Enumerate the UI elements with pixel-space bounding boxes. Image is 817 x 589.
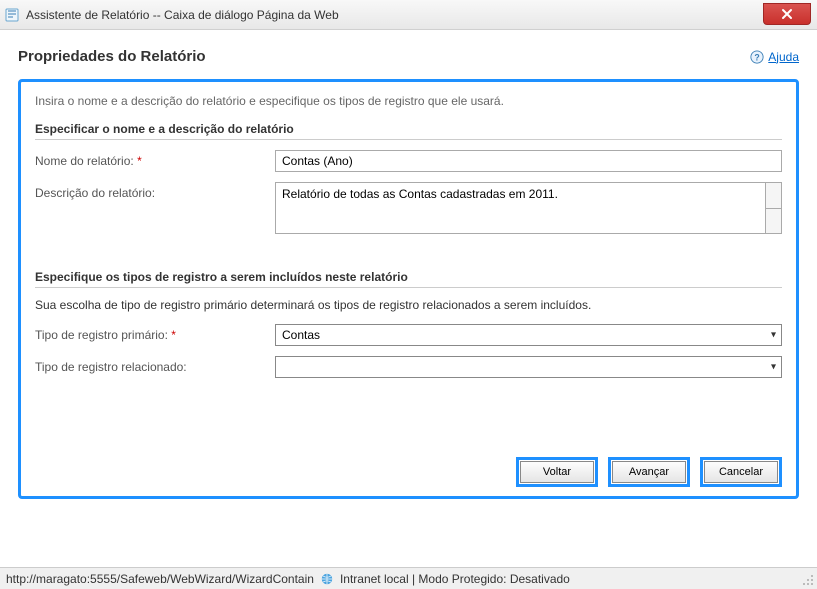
titlebar: Assistente de Relatório -- Caixa de diál… — [0, 0, 817, 30]
statusbar: http://maragato:5555/Safeweb/WebWizard/W… — [0, 567, 817, 589]
row-report-name: Nome do relatório: * — [35, 150, 782, 172]
row-primary-type: Tipo de registro primário: * Contas ▾ — [35, 324, 782, 346]
form-panel: Insira o nome e a descrição do relatório… — [18, 79, 799, 499]
label-primary-type: Tipo de registro primário: * — [35, 324, 275, 342]
cancel-button[interactable]: Cancelar — [704, 461, 778, 483]
required-asterisk: * — [171, 328, 176, 342]
resize-grip[interactable] — [802, 574, 814, 586]
back-button[interactable]: Voltar — [520, 461, 594, 483]
window-title: Assistente de Relatório -- Caixa de diál… — [26, 8, 763, 22]
row-report-desc: Descrição do relatório: Relatório de tod… — [35, 182, 782, 234]
label-report-name: Nome do relatório: * — [35, 150, 275, 168]
page-title: Propriedades do Relatório — [18, 48, 206, 65]
report-desc-textarea[interactable]: Relatório de todas as Contas cadastradas… — [275, 182, 766, 234]
svg-text:?: ? — [755, 52, 760, 62]
row-related-type: Tipo de registro relacionado: ▾ — [35, 356, 782, 378]
close-button[interactable] — [763, 3, 811, 25]
required-asterisk: * — [137, 154, 142, 168]
button-row: Voltar Avançar Cancelar — [21, 457, 796, 496]
help-link[interactable]: ? Ajuda — [750, 50, 799, 64]
back-button-outline: Voltar — [516, 457, 598, 487]
app-icon — [4, 7, 20, 23]
content-area: Propriedades do Relatório ? Ajuda Insira… — [0, 30, 817, 560]
next-button[interactable]: Avançar — [612, 461, 686, 483]
section2-header: Especifique os tipos de registro a serem… — [35, 270, 782, 288]
status-url: http://maragato:5555/Safeweb/WebWizard/W… — [6, 572, 314, 586]
cancel-button-outline: Cancelar — [700, 457, 782, 487]
next-button-outline: Avançar — [608, 457, 690, 487]
page-header: Propriedades do Relatório ? Ajuda — [18, 48, 799, 65]
report-name-input[interactable] — [275, 150, 782, 172]
intro-text: Insira o nome e a descrição do relatório… — [35, 94, 782, 108]
help-label: Ajuda — [768, 50, 799, 64]
section2-subtext: Sua escolha de tipo de registro primário… — [35, 298, 782, 312]
textarea-scrollbar[interactable] — [766, 182, 782, 234]
label-report-desc: Descrição do relatório: — [35, 182, 275, 200]
network-zone-icon — [320, 572, 334, 586]
help-icon: ? — [750, 50, 764, 64]
section1-header: Especificar o nome e a descrição do rela… — [35, 122, 782, 140]
label-related-type: Tipo de registro relacionado: — [35, 356, 275, 374]
related-type-select[interactable] — [275, 356, 782, 378]
primary-type-select[interactable]: Contas — [275, 324, 782, 346]
status-zone: Intranet local | Modo Protegido: Desativ… — [340, 572, 570, 586]
